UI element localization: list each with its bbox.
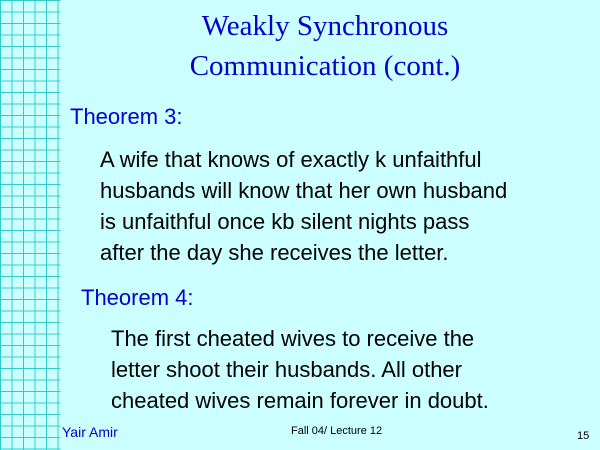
footer-course: Fall 04/ Lecture 12	[291, 425, 383, 437]
slide-title-line-1: Weakly Synchronous	[201, 10, 449, 42]
footer-author: Yair Amir	[62, 424, 118, 440]
slide-title: Weakly Synchronous Communication (cont.)	[60, 6, 590, 86]
theorem-3-label: Theorem 3:	[70, 104, 183, 129]
theorem-4-label: Theorem 4:	[81, 285, 194, 310]
slide-title-line-2: Communication (cont.)	[189, 50, 461, 82]
page-number: 15	[577, 430, 590, 442]
theorem-4-text: The first cheated wives to receive the l…	[111, 326, 489, 413]
slide: Weakly Synchronous Communication (cont.)…	[0, 0, 600, 450]
theorem-3-text: A wife that knows of exactly k unfaithfu…	[100, 147, 508, 265]
